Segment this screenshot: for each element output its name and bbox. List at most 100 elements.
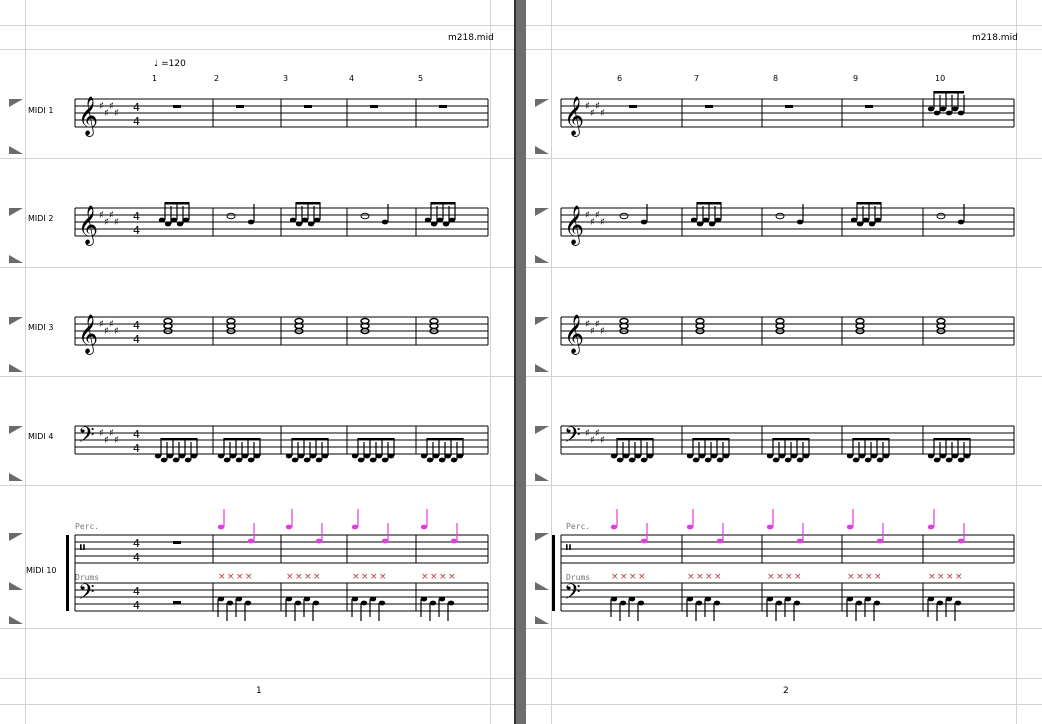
- note-head: [933, 110, 941, 116]
- note-head: [619, 600, 627, 606]
- note-head: [874, 217, 882, 223]
- note-head: [178, 453, 186, 459]
- note-head: [796, 219, 804, 225]
- whole-rest: [785, 105, 793, 108]
- score-notation[interactable]: 𝄞 ♯♯♯♯ 44𝄞 ♯♯♯♯ 44𝄞 ♯♯♯♯ 44𝄢 ♯♯♯♯ 44𝄥𝄢4444× × × × × ×…: [0, 0, 514, 724]
- system-bracket: [552, 535, 555, 611]
- note-head: [766, 453, 774, 459]
- note-head: [772, 457, 780, 463]
- note-head: [184, 457, 192, 463]
- accent-note: [640, 538, 648, 544]
- note-head: [963, 453, 971, 459]
- percussion-clef: 𝄥: [566, 538, 571, 557]
- whole-rest: [705, 105, 713, 108]
- note-head: [375, 453, 383, 459]
- note-head: [436, 217, 444, 223]
- note-head: [217, 596, 225, 602]
- note-head: [309, 453, 317, 459]
- beam: [224, 438, 260, 441]
- note-head: [775, 600, 783, 606]
- note-head: [708, 221, 716, 227]
- note-head: [610, 596, 618, 602]
- hi-hat-note: ×: [687, 572, 695, 582]
- note-head: [628, 457, 636, 463]
- page-number: 2: [783, 686, 789, 696]
- whole-rest: [629, 105, 637, 108]
- note-head: [226, 600, 234, 606]
- note-head: [448, 217, 456, 223]
- beam: [292, 438, 328, 441]
- accent-note: [796, 538, 804, 544]
- note-head: [686, 596, 694, 602]
- hi-hat-note: ×: [361, 572, 369, 582]
- percussion-clef: 𝄥: [80, 538, 85, 557]
- note-head: [170, 217, 178, 223]
- score-notation[interactable]: 𝄞 ♯♯♯♯𝄞 ♯♯♯♯𝄞 ♯♯♯♯𝄢 ♯♯♯♯𝄥𝄢× × × × × × × × × × × × × × × × × ×…: [526, 0, 1042, 724]
- note-head: [846, 453, 854, 459]
- note-head: [927, 453, 935, 459]
- note-head: [217, 453, 225, 459]
- hi-hat-note: ×: [370, 572, 378, 582]
- hi-hat-note: ×: [629, 572, 637, 582]
- note-head: [387, 453, 395, 459]
- hi-hat-note: ×: [286, 572, 294, 582]
- note-head: [420, 453, 428, 459]
- whole-rest: [173, 105, 181, 108]
- whole-rest: [865, 105, 873, 108]
- time-sig-top: 4: [133, 428, 140, 441]
- hi-hat-note: ×: [379, 572, 387, 582]
- accent-note: [450, 538, 458, 544]
- note-head: [444, 453, 452, 459]
- note-head: [646, 453, 654, 459]
- note-head: [957, 110, 965, 116]
- note-head: [873, 600, 881, 606]
- note-head: [634, 453, 642, 459]
- note-head: [796, 457, 804, 463]
- time-sig-bottom: 4: [133, 599, 140, 612]
- time-sig-bottom: 4: [133, 224, 140, 237]
- bass-clef: 𝄢: [78, 423, 95, 453]
- bass-clef: 𝄢: [564, 423, 581, 453]
- note-head: [954, 600, 962, 606]
- note-head: [351, 453, 359, 459]
- beam: [853, 438, 889, 441]
- note-head: [303, 596, 311, 602]
- note-head: [784, 457, 792, 463]
- beam: [296, 202, 320, 205]
- note-head: [313, 217, 321, 223]
- note-head: [927, 596, 935, 602]
- hi-hat-note: ×: [218, 572, 226, 582]
- note-head: [223, 457, 231, 463]
- beam: [857, 202, 881, 205]
- note-head: [702, 217, 710, 223]
- note-head: [686, 453, 694, 459]
- hi-hat-note: ×: [794, 572, 802, 582]
- note-head: [291, 457, 299, 463]
- sharp-sign: ♯: [600, 108, 605, 119]
- note-head: [158, 217, 166, 223]
- note-head: [864, 457, 872, 463]
- hi-hat-note: ×: [937, 572, 945, 582]
- note-head: [698, 453, 706, 459]
- hi-hat-note: ×: [767, 572, 775, 582]
- time-sig-bottom: 4: [133, 442, 140, 455]
- time-sig-top: 4: [133, 319, 140, 332]
- note-head: [424, 217, 432, 223]
- note-head: [957, 219, 965, 225]
- hi-hat-note: ×: [874, 572, 882, 582]
- note-head: [793, 600, 801, 606]
- accent-note: [381, 538, 389, 544]
- hi-hat-note: ×: [352, 572, 360, 582]
- note-head: [229, 453, 237, 459]
- note-head: [876, 457, 884, 463]
- hi-hat-note: ×: [856, 572, 864, 582]
- accent-note: [610, 524, 618, 530]
- note-head: [945, 596, 953, 602]
- note-head: [294, 600, 302, 606]
- tied-note: [775, 212, 785, 220]
- treble-clef: 𝄞: [78, 205, 98, 246]
- note-head: [450, 457, 458, 463]
- note-head: [247, 457, 255, 463]
- time-sig-top: 4: [133, 585, 140, 598]
- note-head: [154, 453, 162, 459]
